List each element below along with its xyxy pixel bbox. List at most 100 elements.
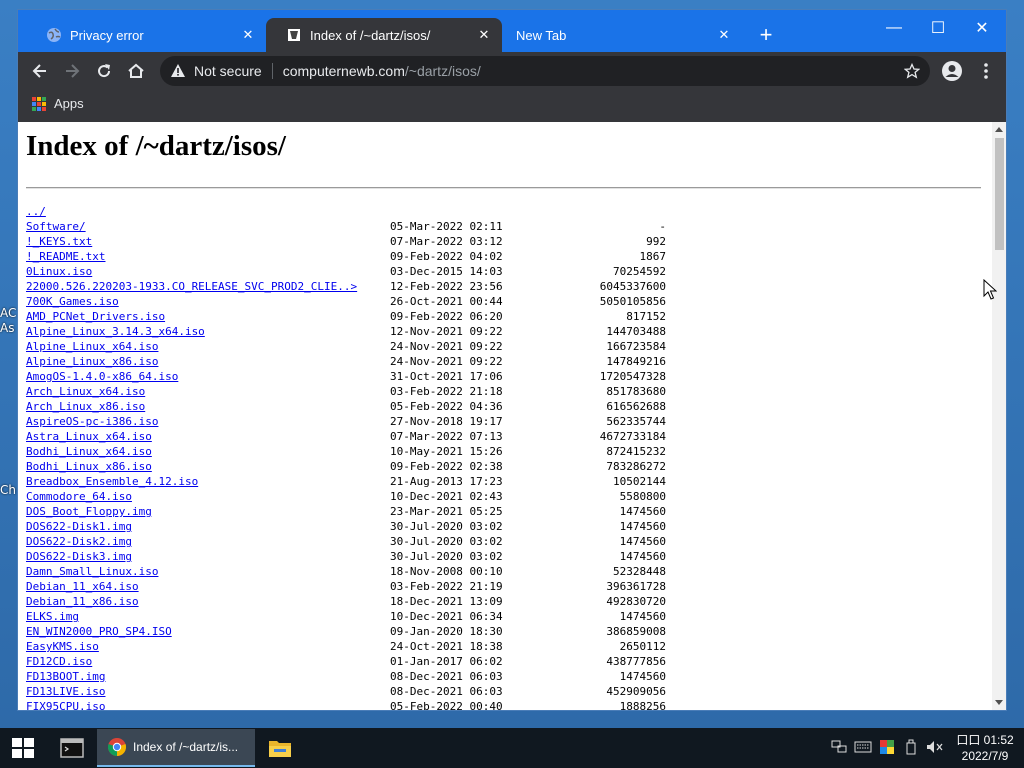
file-link[interactable]: FD13BOOT.img: [26, 669, 105, 684]
file-date: 30-Jul-2020 03:02: [390, 550, 503, 563]
file-date: 18-Nov-2008 00:10: [390, 565, 503, 578]
file-date: 18-Dec-2021 13:09: [390, 595, 503, 608]
file-link[interactable]: 22000.526.220203-1933.CO_RELEASE_SVC_PRO…: [26, 279, 357, 294]
file-link[interactable]: Alpine_Linux_3.14.3_x64.iso: [26, 324, 205, 339]
system-clock[interactable]: 口口 01:52 2022/7/9: [952, 732, 1018, 764]
listing-row: FD12CD.iso 01-Jan-2017 06:02 438777856: [26, 654, 666, 669]
file-link[interactable]: ELKS.img: [26, 609, 79, 624]
file-link[interactable]: FIX95CPU.iso: [26, 699, 105, 710]
new-tab-button[interactable]: +: [754, 24, 778, 48]
volume-muted-icon[interactable]: [926, 738, 944, 756]
file-date: 24-Nov-2021 09:22: [390, 355, 503, 368]
file-size: 147849216: [606, 355, 666, 368]
keyboard-icon[interactable]: [854, 738, 872, 756]
file-link[interactable]: Alpine_Linux_x64.iso: [26, 339, 158, 354]
listing-row: DOS_Boot_Floppy.img 23-Mar-2021 05:25 1474…: [26, 504, 666, 519]
url-host: computernewb.com: [282, 63, 405, 79]
menu-button[interactable]: [972, 57, 1000, 85]
listing-row: AMD_PCNet_Drivers.iso 09-Feb-2022 06:20 81…: [26, 309, 666, 324]
file-size: 1867: [639, 250, 667, 263]
profile-button[interactable]: [938, 57, 966, 85]
file-link[interactable]: DOS622-Disk3.img: [26, 549, 132, 564]
tab-new-tab[interactable]: New Tab ✕: [502, 18, 742, 52]
listing-row: Damn_Small_Linux.iso 18-Nov-2008 00:10 523…: [26, 564, 666, 579]
start-button[interactable]: [12, 738, 34, 758]
file-link[interactable]: !_KEYS.txt: [26, 234, 92, 249]
file-link[interactable]: DOS_Boot_Floppy.img: [26, 504, 152, 519]
file-link[interactable]: EasyKMS.iso: [26, 639, 99, 654]
listing-row: Alpine_Linux_x64.iso 24-Nov-2021 09:22 166…: [26, 339, 666, 354]
file-size: 438777856: [606, 655, 666, 668]
network-icon[interactable]: [830, 738, 848, 756]
forward-button[interactable]: [58, 57, 86, 85]
file-size: 872415232: [606, 445, 666, 458]
scroll-down-icon[interactable]: [995, 700, 1003, 705]
file-link[interactable]: Breadbox_Ensemble_4.12.iso: [26, 474, 198, 489]
file-link[interactable]: FD12CD.iso: [26, 654, 92, 669]
file-date: 07-Mar-2022 03:12: [390, 235, 503, 248]
reload-button[interactable]: [90, 57, 118, 85]
file-link[interactable]: Damn_Small_Linux.iso: [26, 564, 158, 579]
apps-shortcut[interactable]: Apps: [32, 96, 84, 111]
file-link[interactable]: FD13LIVE.iso: [26, 684, 105, 699]
desktop-icon-label: As: [0, 321, 15, 335]
scroll-up-icon[interactable]: [995, 127, 1003, 132]
bookmark-star-button[interactable]: [898, 57, 926, 85]
chrome-taskbar-button[interactable]: Index of /~dartz/is...: [97, 729, 255, 767]
display-color-icon[interactable]: [878, 738, 896, 756]
file-link[interactable]: Bodhi_Linux_x86.iso: [26, 459, 152, 474]
file-link[interactable]: Astra_Linux_x64.iso: [26, 429, 152, 444]
file-link[interactable]: EN_WIN2000_PRO_SP4.ISO: [26, 624, 172, 639]
home-button[interactable]: [122, 57, 150, 85]
listing-row: FD13BOOT.img 08-Dec-2021 06:03 1474560: [26, 669, 666, 684]
listing-row: Commodore_64.iso 10-Dec-2021 02:43 5580800: [26, 489, 666, 504]
file-link[interactable]: Bodhi_Linux_x64.iso: [26, 444, 152, 459]
file-link[interactable]: Arch_Linux_x64.iso: [26, 384, 145, 399]
file-link[interactable]: Commodore_64.iso: [26, 489, 132, 504]
file-link[interactable]: Debian_11_x64.iso: [26, 579, 139, 594]
file-explorer-taskbar-button[interactable]: [258, 728, 302, 768]
vertical-scrollbar[interactable]: [992, 122, 1006, 710]
kebab-menu-icon: [984, 63, 988, 79]
file-size: 992: [646, 235, 666, 248]
file-link[interactable]: DOS622-Disk2.img: [26, 534, 132, 549]
close-window-button[interactable]: ✕: [960, 14, 1004, 42]
file-link[interactable]: AmogOS-1.4.0-x86_64.iso: [26, 369, 178, 384]
listing-row: Arch_Linux_x86.iso 05-Feb-2022 04:36 61656…: [26, 399, 666, 414]
file-link[interactable]: Alpine_Linux_x86.iso: [26, 354, 158, 369]
tab-privacy-error[interactable]: Privacy error ✕: [26, 18, 266, 52]
listing-row: EN_WIN2000_PRO_SP4.ISO 09-Jan-2020 18:30 3…: [26, 624, 666, 639]
file-link[interactable]: Software/: [26, 219, 86, 234]
maximize-button[interactable]: ☐: [916, 14, 960, 42]
tab-close-icon[interactable]: ✕: [474, 25, 494, 45]
file-link[interactable]: DOS622-Disk1.img: [26, 519, 132, 534]
minimize-button[interactable]: —: [872, 14, 916, 42]
apps-label: Apps: [54, 96, 84, 111]
back-button[interactable]: [26, 57, 54, 85]
file-link[interactable]: Debian_11_x86.iso: [26, 594, 139, 609]
tab-index-of-isos[interactable]: Index of /~dartz/isos/ ✕: [266, 18, 502, 52]
back-arrow-icon: [32, 64, 46, 78]
file-link[interactable]: 0Linux.iso: [26, 264, 92, 279]
file-link[interactable]: 700K_Games.iso: [26, 294, 119, 309]
browser-window: Privacy error ✕ Index of /~dartz/isos/ ✕…: [18, 10, 1006, 710]
file-link[interactable]: !_README.txt: [26, 249, 105, 264]
security-status[interactable]: Not secure: [194, 63, 262, 79]
tab-close-icon[interactable]: ✕: [238, 25, 258, 45]
file-size: 1474560: [619, 610, 666, 623]
file-date: 10-Dec-2021 02:43: [390, 490, 503, 503]
usb-device-icon[interactable]: [902, 738, 920, 756]
desktop-icon-label: AC: [0, 306, 17, 320]
file-link[interactable]: AspireOS-pc-i386.iso: [26, 414, 158, 429]
scroll-thumb[interactable]: [995, 138, 1004, 250]
address-bar[interactable]: Not secure computernewb.com/~dartz/isos/: [160, 56, 930, 86]
terminal-taskbar-button[interactable]: [50, 728, 94, 768]
file-link[interactable]: AMD_PCNet_Drivers.iso: [26, 309, 165, 324]
warning-icon[interactable]: [170, 63, 186, 79]
tab-close-icon[interactable]: ✕: [714, 25, 734, 45]
file-link[interactable]: ../: [26, 204, 46, 219]
file-size: 386859008: [606, 625, 666, 638]
listing-row: Debian_11_x64.iso 03-Feb-2022 21:19 396361…: [26, 579, 666, 594]
file-date: 21-Aug-2013 17:23: [390, 475, 503, 488]
file-link[interactable]: Arch_Linux_x86.iso: [26, 399, 145, 414]
